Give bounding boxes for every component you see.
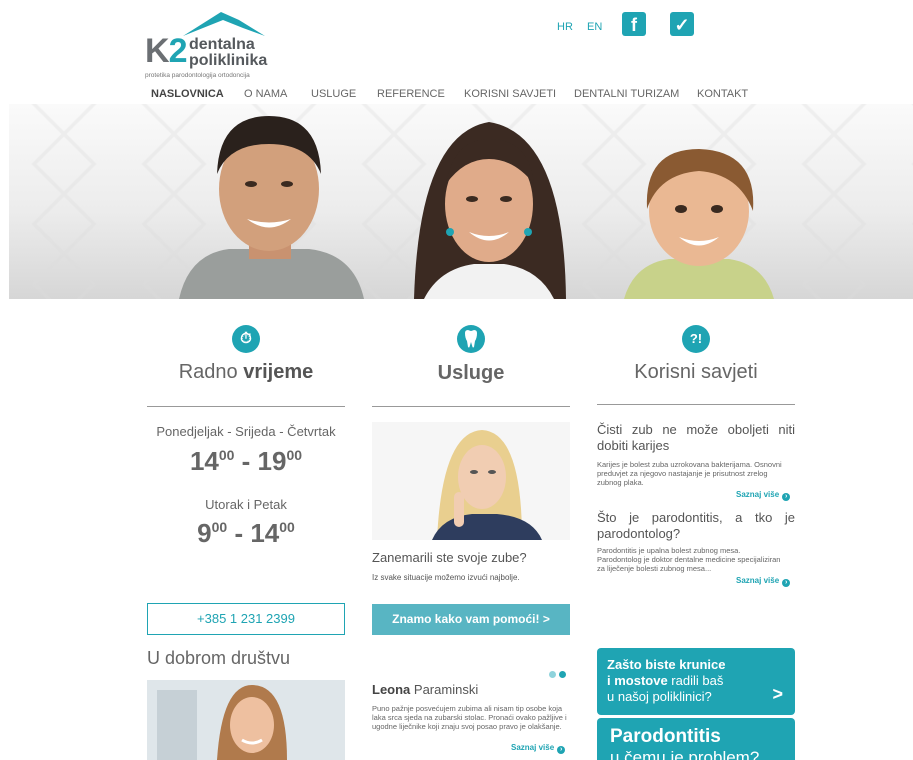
testimonial-pager <box>549 665 569 683</box>
nav-o-nama[interactable]: O NAMA <box>244 88 287 100</box>
divider <box>372 406 570 407</box>
tue-fri-schedule-label: Utorak i Petak <box>205 497 287 512</box>
weekday-schedule-label: Ponedjeljak - Srijeda - Četvrtak <box>156 424 336 439</box>
hero-man-image <box>179 116 364 299</box>
phone-button[interactable]: +385 1 231 2399 <box>147 603 345 635</box>
hero-woman-image <box>414 122 566 299</box>
clinic-photo <box>147 680 345 760</box>
services-question: Zanemarili ste svoje zube? <box>372 550 527 565</box>
hero-child-image <box>624 149 774 299</box>
services-title: Usluge <box>437 362 505 384</box>
tooth-icon <box>457 325 485 353</box>
services-photo <box>372 422 570 540</box>
logo-tagline: protetika parodontologija ortodoncija <box>145 72 250 79</box>
facebook-icon[interactable]: f <box>622 12 646 36</box>
tips-title: Korisni savjeti <box>634 361 758 383</box>
nav-naslovnica[interactable]: NASLOVNICA <box>151 88 224 100</box>
hero-banner <box>9 104 913 299</box>
weekday-hours: 1400 - 1900 <box>189 446 303 476</box>
pager-dot-active[interactable] <box>559 671 566 678</box>
logo[interactable]: K2 dentalna poliklinika protetika parodo… <box>145 10 268 82</box>
arrow-right-circle-icon: › <box>782 579 791 587</box>
nav-korisni-savjeti[interactable]: KORISNI SAVJETI <box>464 88 556 100</box>
parodontitis-box-title: Parodontitis <box>610 726 721 747</box>
tue-fri-hours: 900 - 1400 <box>197 518 295 548</box>
nav-reference[interactable]: REFERENCE <box>377 88 445 100</box>
pager-dot[interactable] <box>549 671 556 678</box>
logo-word-poliklinika: poliklinika <box>189 52 268 69</box>
crowns-bridges-box[interactable]: Zašto biste krunice i mostove radili baš… <box>597 648 795 715</box>
divider <box>597 404 795 405</box>
lang-en-link[interactable]: EN <box>587 21 602 33</box>
question-exclamation-icon: ?! <box>682 325 710 353</box>
logo-word-dentalna: dentalna <box>189 36 255 53</box>
nav-dentalni-turizam[interactable]: DENTALNI TURIZAM <box>574 88 679 100</box>
services-cta-button[interactable]: Znamo kako vam pomoći! > <box>372 604 570 635</box>
mountain-logo-icon <box>183 12 265 36</box>
foursquare-icon[interactable]: ✓ <box>670 12 694 36</box>
tip2-text: Parodontitis je upalna bolest zubnog mes… <box>597 546 781 573</box>
tip2-title[interactable]: Što je parodontitis, a tko je parodontol… <box>597 510 795 542</box>
logo-k2: K2 <box>145 32 187 70</box>
tip1-more-link[interactable]: Saznaj više › <box>736 490 791 501</box>
tip1-text: Karijes je bolest zuba uzrokovana bakter… <box>597 460 782 487</box>
company-heading: U dobrom društvu <box>147 648 291 668</box>
parodontitis-box[interactable]: Parodontitis u čemu je problem? <box>597 718 795 760</box>
divider <box>147 406 345 407</box>
testimonial-text: Puno pažnje posvećujem zubima ali nisam … <box>372 704 567 731</box>
hours-title: Radno vrijeme <box>178 361 314 383</box>
testimonial-more-link[interactable]: Saznaj više › <box>511 743 566 754</box>
testimonial-author: Leona Paraminski <box>372 682 479 697</box>
arrow-right-circle-icon: › <box>782 493 791 501</box>
arrow-right-circle-icon: › <box>557 746 566 754</box>
stopwatch-icon: ⏱ <box>232 325 260 353</box>
parodontitis-box-subtitle: u čemu je problem? <box>610 748 760 760</box>
tip1-title[interactable]: Čisti zub ne može oboljeti niti dobiti k… <box>597 422 795 454</box>
lang-hr-link[interactable]: HR <box>557 21 573 33</box>
arrow-right-icon: > <box>772 684 783 704</box>
services-subtext: Iz svake situacije možemo izvući najbolj… <box>372 573 520 582</box>
tip2-more-link[interactable]: Saznaj više › <box>736 576 791 587</box>
nav-kontakt[interactable]: KONTAKT <box>697 88 748 100</box>
nav-usluge[interactable]: USLUGE <box>311 88 356 100</box>
